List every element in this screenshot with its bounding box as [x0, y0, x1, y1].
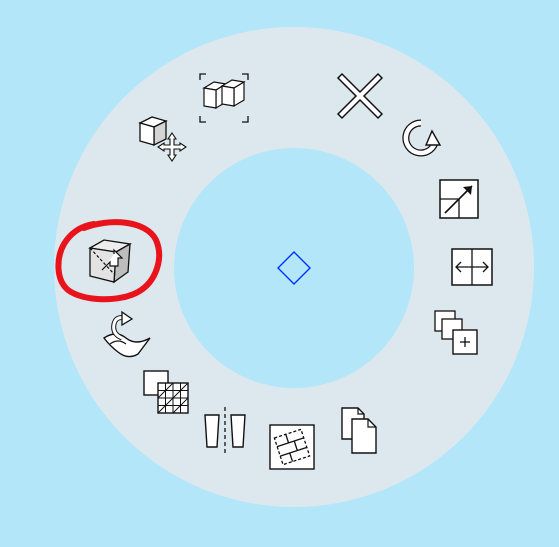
tile-button[interactable] — [266, 421, 318, 473]
rotate-refresh-icon — [402, 119, 442, 157]
add-copies-icon — [434, 310, 478, 355]
offset-solid-icon — [88, 239, 132, 284]
move-object-3d-icon — [138, 116, 187, 162]
tile-pattern-icon — [269, 424, 315, 470]
mirror-split-icon — [204, 407, 246, 453]
project-to-surface-icon — [102, 310, 151, 358]
multiply-button[interactable] — [429, 306, 481, 358]
scale-button[interactable] — [433, 173, 485, 225]
hatch-fill-icon — [143, 370, 189, 414]
rotate-button[interactable] — [395, 112, 447, 164]
select-boxes-icon — [199, 73, 249, 123]
select-boxes-button[interactable] — [198, 72, 250, 124]
diamond-icon — [277, 251, 311, 285]
duplicate-pages-icon — [341, 407, 377, 454]
stretch-horizontal-icon — [451, 248, 493, 286]
project-surface-button[interactable] — [100, 308, 152, 360]
close-x-icon — [336, 72, 384, 120]
close-button[interactable] — [334, 70, 386, 122]
duplicate-button[interactable] — [334, 403, 386, 455]
offset-solid-button[interactable] — [84, 236, 136, 288]
mirror-button[interactable] — [199, 403, 251, 455]
pie-menu-center[interactable] — [274, 248, 314, 288]
move-object-button[interactable] — [134, 113, 187, 165]
hatch-fill-button[interactable] — [140, 367, 192, 419]
resize-diagonal-icon — [439, 179, 479, 219]
stretch-button[interactable] — [446, 241, 498, 293]
